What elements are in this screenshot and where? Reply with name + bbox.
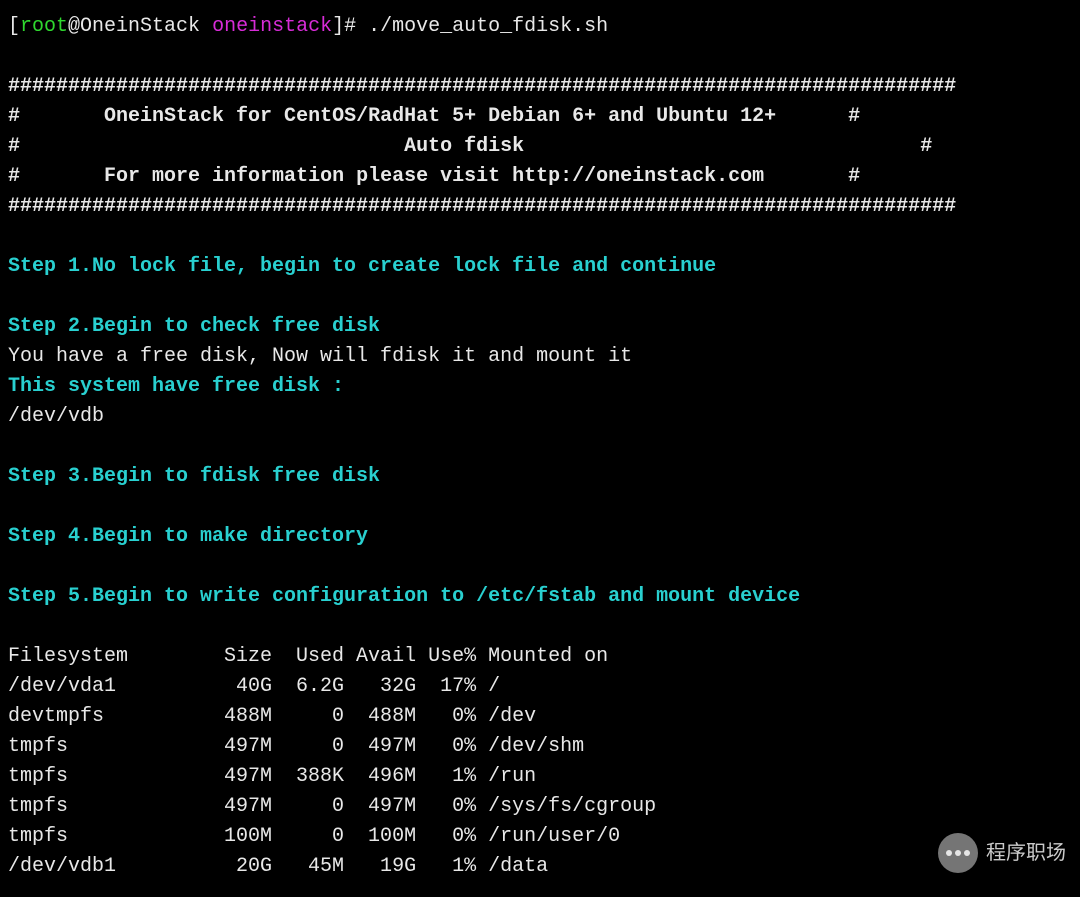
df-header: Filesystem Size Used Avail Use% Mounted … <box>8 645 608 668</box>
prompt-dir: oneinstack <box>212 15 332 38</box>
watermark-text: 程序职场 <box>986 838 1066 868</box>
banner-hash-bottom: ########################################… <box>8 195 956 218</box>
step-1: Step 1.No lock file, begin to create loc… <box>8 255 716 278</box>
banner-row-1: # OneinStack for CentOS/RadHat 5+ Debian… <box>8 105 860 128</box>
terminal-output[interactable]: [root@OneinStack oneinstack]# ./move_aut… <box>0 0 1080 894</box>
banner-row-3: # For more information please visit http… <box>8 165 860 188</box>
step-2-freedisk: This system have free disk : <box>8 375 344 398</box>
prompt-host: @OneinStack <box>68 15 212 38</box>
df-rows: /dev/vda1 40G 6.2G 32G 17% / devtmpfs 48… <box>8 675 656 878</box>
prompt-close: ]# <box>332 15 368 38</box>
step-3: Step 3.Begin to fdisk free disk <box>8 465 380 488</box>
prompt-open: [ <box>8 15 20 38</box>
banner-row-2: # Auto fdisk # <box>8 135 932 158</box>
chat-icon <box>938 833 978 873</box>
step-4: Step 4.Begin to make directory <box>8 525 368 548</box>
step-2-device: /dev/vdb <box>8 405 104 428</box>
step-5: Step 5.Begin to write configuration to /… <box>8 585 800 608</box>
prompt-user: root <box>20 15 68 38</box>
banner-hash-top: ########################################… <box>8 75 956 98</box>
watermark: 程序职场 <box>938 833 1066 873</box>
command-text: ./move_auto_fdisk.sh <box>368 15 608 38</box>
step-2: Step 2.Begin to check free disk <box>8 315 380 338</box>
step-2-message: You have a free disk, Now will fdisk it … <box>8 345 632 368</box>
